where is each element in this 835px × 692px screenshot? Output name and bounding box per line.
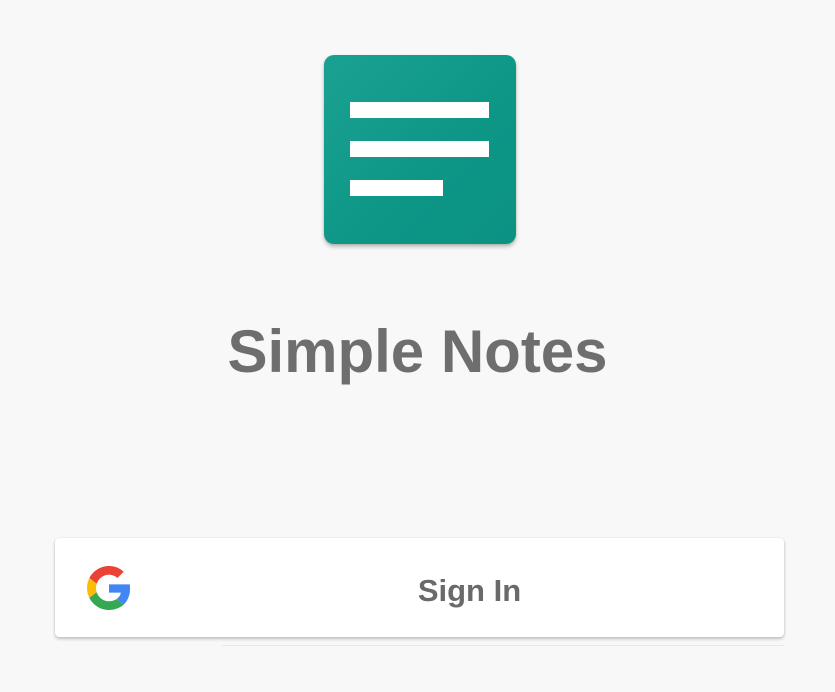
sign-in-button[interactable]: Sign In (55, 538, 784, 637)
logo-line (350, 141, 489, 157)
logo-line (350, 180, 443, 196)
logo-line (350, 102, 489, 118)
app-title: Simple Notes (227, 318, 608, 385)
app-logo-icon (324, 55, 516, 244)
sign-in-label: Sign In (417, 573, 522, 608)
divider (222, 645, 784, 646)
